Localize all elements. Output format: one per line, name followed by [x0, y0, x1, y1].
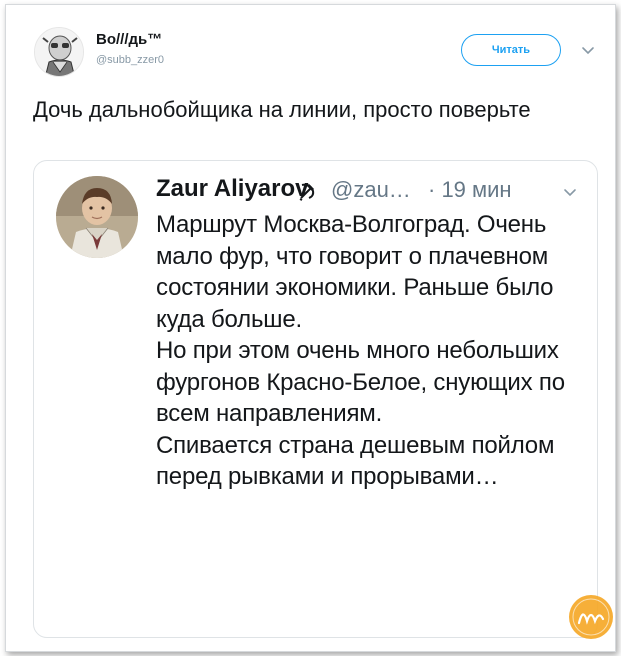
tweet-text: Дочь дальнобойщика на линии, просто пове…	[33, 97, 531, 122]
quote-author-avatar[interactable]	[56, 176, 138, 258]
quote-paragraph: Но при этом очень много небольших фургон…	[156, 337, 565, 427]
quoted-tweet-card[interactable]: Zaur Aliyarov @zau… · 19 мин Маршрут Мос…	[33, 160, 598, 638]
quote-timestamp[interactable]: · 19 мин	[428, 177, 512, 203]
hammer-sickle-icon	[299, 183, 315, 201]
quote-text: Маршрут Москва-Волгоград. Очень мало фур…	[156, 209, 586, 493]
quote-paragraph: Маршрут Москва-Волгоград. Очень мало фур…	[156, 211, 554, 333]
chevron-down-icon[interactable]	[579, 41, 597, 59]
follow-button[interactable]: Читать	[461, 34, 561, 66]
watermark-logo	[569, 595, 613, 639]
aviator-avatar-icon	[35, 28, 83, 76]
quote-paragraph: Спивается страна дешевым пойлом перед ры…	[156, 431, 555, 491]
author-avatar[interactable]	[34, 27, 84, 77]
quote-author-name[interactable]: Zaur Aliyarov	[156, 175, 309, 203]
tweet-screenshot-frame: Bo///дь™ @subb_zzer0 Читать Дочь дальноб…	[5, 4, 616, 652]
author-handle[interactable]: @subb_zzer0	[96, 54, 164, 66]
author-name[interactable]: Bo///дь™	[96, 31, 162, 48]
quote-author-handle[interactable]: @zau…	[331, 177, 411, 203]
child-photo-avatar	[56, 176, 138, 258]
chevron-down-icon[interactable]	[561, 183, 579, 201]
quote-header: Zaur Aliyarov @zau… · 19 мин	[156, 173, 586, 205]
